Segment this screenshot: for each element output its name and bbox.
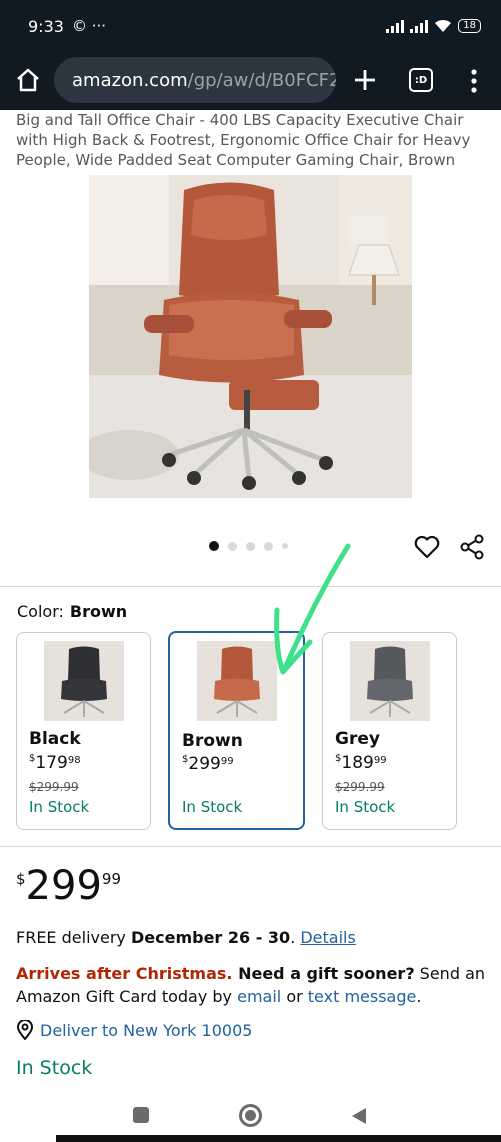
location-pin-icon [16,1020,34,1040]
gift-message: Arrives after Christmas. Need a gift soo… [16,962,486,1008]
carousel-dot[interactable] [209,541,219,551]
delivery-dates: December 26 - 30 [130,928,291,947]
price-currency: $ [16,870,26,888]
deliver-to-location[interactable]: Deliver to New York 10005 [16,1020,252,1040]
android-nav-bar [0,1095,501,1142]
status-indicators: 18 [386,19,481,33]
delivery-details-link[interactable]: Details [300,928,355,947]
delivery-suffix: . [290,928,301,947]
carousel-dot[interactable] [282,543,288,549]
status-time: 9:33 [28,16,64,36]
notification-icons: © ··· [71,17,107,35]
carousel-dot[interactable] [246,541,255,551]
gift-or: or [281,987,308,1006]
gift-end: . [416,987,422,1006]
more-menu-icon[interactable] [466,66,482,96]
delivery-info: FREE delivery December 26 - 30. Details [16,928,356,947]
price-whole: 299 [25,863,102,909]
product-image[interactable] [89,175,412,498]
swatch-list-price: $299.99 [335,780,385,794]
divider [0,586,501,587]
gesture-bar [56,1135,501,1142]
gift-text-message-link[interactable]: text message [308,987,417,1006]
url-path: /gp/aw/d/B0FCF2 [187,69,336,91]
signal-icon-2 [410,19,429,33]
christmas-warning: Arrives after Christmas. [16,964,233,983]
tab-switcher-icon[interactable]: :D [409,68,433,92]
gift-question: Need a gift sooner? [232,964,415,983]
image-carousel-dots[interactable] [209,541,288,551]
color-label: Color: Brown [17,602,127,621]
carousel-dot[interactable] [228,541,237,551]
color-swatch-black[interactable]: Black $17998 $299.99 In Stock [16,632,151,830]
swatch-image-black [44,641,124,721]
color-swatch-brown[interactable]: Brown $29999 In Stock [168,631,305,830]
new-tab-icon[interactable] [352,67,378,93]
divider [0,846,501,847]
product-title[interactable]: Big and Tall Office Chair - 400 LBS Capa… [16,110,496,170]
swatch-list-price: $299.99 [29,780,79,794]
swatch-price: $29999 [182,754,234,774]
swatch-image-brown [197,641,277,721]
status-bar: 9:33 © ··· 18 [0,0,501,52]
carousel-dot[interactable] [264,541,273,551]
url-text[interactable]: amazon.com/gp/aw/d/B0FCF2 [72,70,336,91]
in-stock-status: In Stock [16,1057,93,1079]
url-domain: amazon.com [72,69,188,91]
browser-toolbar: amazon.com/gp/aw/d/B0FCF2 :D [0,52,501,110]
color-label-text: Color: [17,602,64,621]
swatch-stock: In Stock [335,798,396,816]
address-bar[interactable]: amazon.com/gp/aw/d/B0FCF2 [54,57,336,103]
heart-icon[interactable] [414,535,440,559]
battery-icon: 18 [458,19,481,33]
swatch-stock: In Stock [29,798,90,816]
share-icon[interactable] [459,534,485,560]
color-swatch-grey[interactable]: Grey $18999 $299.99 In Stock [322,632,457,830]
swatch-name: Brown [182,731,243,751]
main-price: $ 299 99 [16,862,121,910]
swatch-name: Black [29,729,81,749]
swatch-price: $18999 [335,753,387,773]
selected-color: Brown [69,602,128,621]
price-fraction: 99 [101,870,121,888]
home-button-icon[interactable] [239,1104,262,1127]
swatch-stock: In Stock [182,798,243,816]
swatch-image-grey [350,641,430,721]
deliver-to-link[interactable]: Deliver to New York 10005 [40,1021,252,1040]
gift-email-link[interactable]: email [237,987,281,1006]
recent-apps-icon[interactable] [133,1107,149,1123]
home-icon[interactable] [14,66,42,94]
swatch-price: $17998 [29,753,81,773]
wifi-icon [435,19,452,32]
swatch-name: Grey [335,729,380,749]
delivery-prefix: FREE delivery [16,928,131,947]
back-icon[interactable] [351,1107,367,1125]
signal-icon [386,19,405,33]
